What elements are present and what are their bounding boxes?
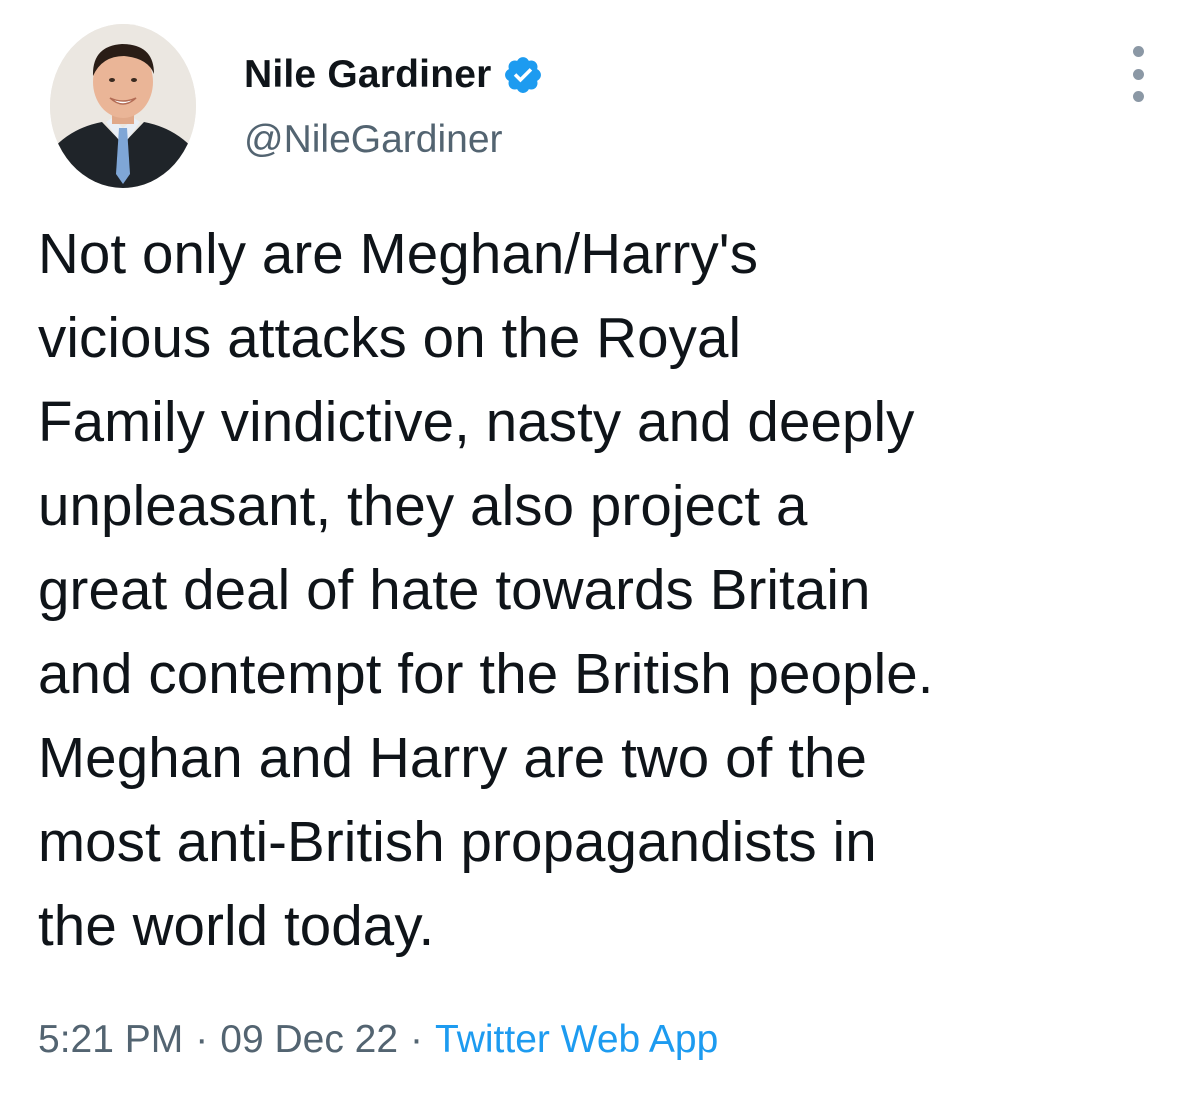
verified-badge-icon: [502, 54, 544, 96]
tweet-source-link[interactable]: Twitter Web App: [435, 1018, 718, 1062]
more-dot: [1132, 68, 1144, 80]
tweet-card: Nile Gardiner @NileGardiner Not only are…: [0, 0, 1200, 1096]
more-dot: [1132, 46, 1144, 57]
meta-separator: ·: [195, 1018, 209, 1061]
tweet-time[interactable]: 5:21 PM: [38, 1018, 183, 1062]
meta-separator: ·: [410, 1018, 424, 1061]
author-name-row: Nile Gardiner: [244, 50, 544, 100]
author-display-name[interactable]: Nile Gardiner: [244, 53, 492, 97]
tweet-meta: 5:21 PM · 09 Dec 22 · Twitter Web App: [38, 1018, 718, 1062]
more-options-icon[interactable]: [1118, 46, 1158, 102]
avatar-portrait-icon: [50, 24, 196, 188]
author-handle[interactable]: @NileGardiner: [244, 118, 503, 162]
avatar[interactable]: [50, 24, 196, 188]
tweet-date[interactable]: 09 Dec 22: [220, 1018, 398, 1062]
tweet-text: Not only are Meghan/Harry's vicious atta…: [38, 222, 934, 957]
more-dot: [1132, 91, 1144, 102]
